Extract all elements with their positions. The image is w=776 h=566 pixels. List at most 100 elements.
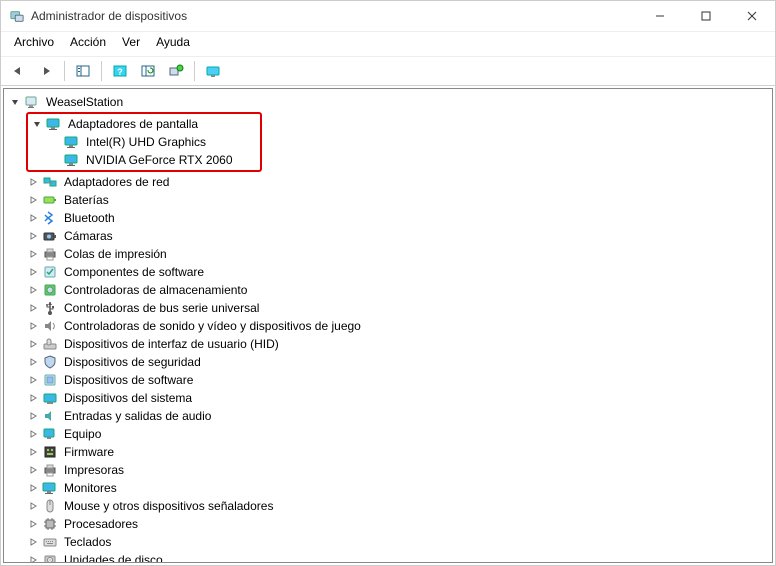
device-manager-window: Administrador de dispositivos Archivo Ac… [0, 0, 776, 566]
category-21-label: Unidades de disco [62, 552, 165, 563]
category-17[interactable]: Monitores [26, 479, 768, 497]
category-14[interactable]: Equipo [26, 425, 768, 443]
scan-hardware-button[interactable] [163, 58, 189, 84]
chevron-right-icon[interactable] [26, 301, 40, 315]
chevron-down-icon[interactable] [30, 117, 44, 131]
maximize-button[interactable] [683, 1, 729, 31]
display-devices-button[interactable] [200, 58, 226, 84]
category-21[interactable]: Unidades de disco [26, 551, 768, 563]
show-hide-tree-button[interactable] [70, 58, 96, 84]
category-4-label: Colas de impresión [62, 246, 169, 262]
device-display-1-icon [64, 152, 80, 168]
category-3-label: Cámaras [62, 228, 115, 244]
chevron-right-icon[interactable] [26, 409, 40, 423]
chevron-right-icon[interactable] [26, 427, 40, 441]
category-2-label: Bluetooth [62, 210, 117, 226]
category-19[interactable]: Procesadores [26, 515, 768, 533]
forward-button[interactable] [33, 58, 59, 84]
category-2[interactable]: Bluetooth [26, 209, 768, 227]
category-1-icon [42, 192, 58, 208]
chevron-right-icon[interactable] [26, 337, 40, 351]
chevron-right-icon[interactable] [26, 463, 40, 477]
category-0[interactable]: Adaptadores de red [26, 173, 768, 191]
chevron-right-icon[interactable] [26, 283, 40, 297]
menu-ver[interactable]: Ver [115, 34, 147, 54]
category-5-icon [42, 264, 58, 280]
chevron-right-icon[interactable] [26, 499, 40, 513]
category-9-icon [42, 336, 58, 352]
category-18-label: Mouse y otros dispositivos señaladores [62, 498, 275, 514]
menu-archivo[interactable]: Archivo [7, 34, 61, 54]
chevron-down-icon[interactable] [8, 95, 22, 109]
toolbar: ? [1, 57, 775, 86]
chevron-right-icon[interactable] [26, 445, 40, 459]
category-4[interactable]: Colas de impresión [26, 245, 768, 263]
highlighted-display-adapters: Adaptadores de pantallaIntel(R) UHD Grap… [26, 112, 262, 172]
refresh-button[interactable] [135, 58, 161, 84]
category-display-adapters[interactable]: Adaptadores de pantalla [30, 115, 258, 133]
category-20-label: Teclados [62, 534, 113, 550]
minimize-button[interactable] [637, 1, 683, 31]
chevron-right-icon[interactable] [26, 481, 40, 495]
category-13[interactable]: Entradas y salidas de audio [26, 407, 768, 425]
chevron-right-icon[interactable] [26, 247, 40, 261]
separator-icon [101, 61, 102, 81]
category-1[interactable]: Baterías [26, 191, 768, 209]
chevron-right-icon[interactable] [26, 265, 40, 279]
category-5[interactable]: Componentes de software [26, 263, 768, 281]
chevron-right-icon[interactable] [26, 517, 40, 531]
category-15[interactable]: Firmware [26, 443, 768, 461]
chevron-right-icon[interactable] [26, 535, 40, 549]
device-display-1[interactable]: NVIDIA GeForce RTX 2060 [48, 151, 258, 169]
device-display-0[interactable]: Intel(R) UHD Graphics [48, 133, 258, 151]
tree-root-node-icon [24, 94, 40, 110]
device-tree[interactable]: WeaselStationAdaptadores de pantallaInte… [3, 88, 773, 563]
category-18[interactable]: Mouse y otros dispositivos señaladores [26, 497, 768, 515]
category-6[interactable]: Controladoras de almacenamiento [26, 281, 768, 299]
category-display-adapters-icon [46, 116, 62, 132]
category-0-icon [42, 174, 58, 190]
category-3[interactable]: Cámaras [26, 227, 768, 245]
menu-accion[interactable]: Acción [63, 34, 113, 54]
window-buttons [637, 1, 775, 31]
chevron-right-icon[interactable] [26, 229, 40, 243]
chevron-right-icon[interactable] [26, 373, 40, 387]
help-button[interactable]: ? [107, 58, 133, 84]
category-16[interactable]: Impresoras [26, 461, 768, 479]
category-13-icon [42, 408, 58, 424]
category-7-label: Controladoras de bus serie universal [62, 300, 261, 316]
category-6-icon [42, 282, 58, 298]
category-8-icon [42, 318, 58, 334]
category-11-label: Dispositivos de software [62, 372, 195, 388]
chevron-right-icon[interactable] [26, 319, 40, 333]
device-display-1-label: NVIDIA GeForce RTX 2060 [84, 152, 235, 168]
category-12-icon [42, 390, 58, 406]
chevron-right-icon[interactable] [26, 193, 40, 207]
back-button[interactable] [5, 58, 31, 84]
menubar: Archivo Acción Ver Ayuda [1, 32, 775, 57]
menu-ayuda[interactable]: Ayuda [149, 34, 197, 54]
category-3-icon [42, 228, 58, 244]
category-10[interactable]: Dispositivos de seguridad [26, 353, 768, 371]
category-20-icon [42, 534, 58, 550]
category-17-icon [42, 480, 58, 496]
chevron-right-icon[interactable] [26, 553, 40, 563]
separator-icon [64, 61, 65, 81]
category-11-icon [42, 372, 58, 388]
chevron-right-icon[interactable] [26, 211, 40, 225]
chevron-right-icon[interactable] [26, 175, 40, 189]
category-15-label: Firmware [62, 444, 116, 460]
category-8[interactable]: Controladoras de sonido y vídeo y dispos… [26, 317, 768, 335]
close-button[interactable] [729, 1, 775, 31]
category-20[interactable]: Teclados [26, 533, 768, 551]
category-7-icon [42, 300, 58, 316]
tree-root-node[interactable]: WeaselStation [8, 93, 768, 111]
category-12[interactable]: Dispositivos del sistema [26, 389, 768, 407]
svg-text:?: ? [117, 67, 123, 77]
chevron-right-icon[interactable] [26, 391, 40, 405]
chevron-right-icon[interactable] [26, 355, 40, 369]
category-9[interactable]: Dispositivos de interfaz de usuario (HID… [26, 335, 768, 353]
category-11[interactable]: Dispositivos de software [26, 371, 768, 389]
category-7[interactable]: Controladoras de bus serie universal [26, 299, 768, 317]
category-19-label: Procesadores [62, 516, 140, 532]
